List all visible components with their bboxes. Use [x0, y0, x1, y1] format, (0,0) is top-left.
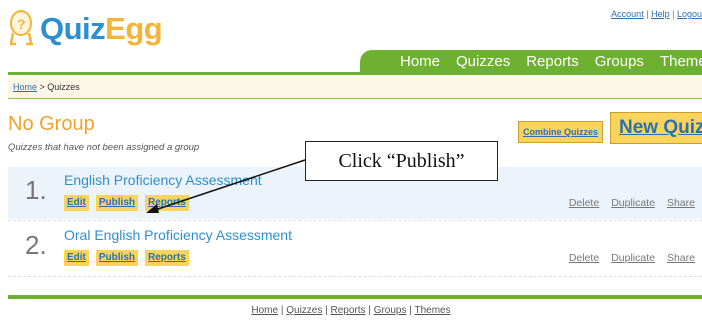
- footer-home[interactable]: Home: [251, 305, 278, 316]
- publish-button[interactable]: Publish: [95, 195, 139, 211]
- delete-link[interactable]: Delete: [569, 252, 599, 264]
- quiz-links: Delete Duplicate Share: [569, 197, 695, 209]
- duplicate-link[interactable]: Duplicate: [611, 252, 655, 264]
- quiz-number: 2.: [25, 230, 47, 260]
- group-description: Quizzes that have not been assigned a gr…: [8, 142, 200, 153]
- nav-quizzes[interactable]: Quizzes: [456, 52, 510, 72]
- breadcrumb-current: Quizzes: [47, 82, 80, 92]
- logo-egg-word: Egg: [105, 10, 163, 46]
- breadcrumb: Home > Quizzes: [8, 76, 702, 98]
- quiz-actions: Edit Publish Reports: [64, 250, 189, 266]
- group-title: No Group: [8, 113, 95, 135]
- help-link[interactable]: Help: [651, 9, 670, 19]
- breadcrumb-divider: [8, 98, 702, 99]
- svg-text:?: ?: [17, 16, 26, 32]
- account-links: Account | Help | Logou: [611, 9, 702, 19]
- footer-groups[interactable]: Groups: [374, 305, 407, 316]
- nav-home[interactable]: Home: [400, 52, 440, 72]
- account-link[interactable]: Account: [611, 9, 644, 19]
- quiz-actions: Edit Publish Reports: [64, 195, 189, 211]
- share-link[interactable]: Share: [667, 197, 695, 209]
- logo-quiz-word: Quiz: [40, 10, 106, 46]
- quiz-links: Delete Duplicate Share: [569, 252, 695, 264]
- new-quiz-button[interactable]: New Quiz: [610, 112, 702, 144]
- separator: |: [365, 305, 374, 316]
- footer-quizzes[interactable]: Quizzes: [286, 305, 322, 316]
- egg-character-icon: ?: [9, 10, 33, 46]
- edit-button[interactable]: Edit: [64, 195, 89, 211]
- quiz-number: 1.: [25, 175, 47, 205]
- logo-text: QuizEgg: [40, 10, 163, 46]
- logout-link[interactable]: Logou: [677, 9, 702, 19]
- nav-reports[interactable]: Reports: [526, 52, 579, 72]
- breadcrumb-home[interactable]: Home: [13, 82, 37, 92]
- combine-quizzes-button[interactable]: Combine Quizzes: [518, 121, 604, 143]
- footer-divider: [8, 295, 702, 299]
- footer-links: Home | Quizzes | Reports | Groups | Them…: [0, 305, 702, 316]
- footer-reports[interactable]: Reports: [331, 305, 366, 316]
- nav-items: Home Quizzes Reports Groups Themes: [400, 52, 702, 72]
- separator: |: [672, 9, 675, 19]
- reports-button[interactable]: Reports: [145, 195, 189, 211]
- edit-button[interactable]: Edit: [64, 250, 89, 266]
- row-divider: [8, 220, 702, 221]
- publish-button[interactable]: Publish: [95, 250, 139, 266]
- row-divider: [8, 276, 702, 277]
- separator: |: [322, 305, 331, 316]
- nav-themes[interactable]: Themes: [660, 52, 702, 72]
- delete-link[interactable]: Delete: [569, 197, 599, 209]
- main-nav: Home Quizzes Reports Groups Themes: [8, 50, 702, 75]
- separator: |: [646, 9, 649, 19]
- quizegg-logo[interactable]: ? QuizEgg: [8, 4, 163, 52]
- duplicate-link[interactable]: Duplicate: [611, 197, 655, 209]
- callout-box: Click “Publish”: [305, 141, 498, 181]
- separator: |: [278, 305, 287, 316]
- reports-button[interactable]: Reports: [145, 250, 189, 266]
- breadcrumb-separator: >: [37, 82, 48, 92]
- quiz-row: 2. Oral English Proficiency Assessment E…: [8, 222, 702, 274]
- nav-groups[interactable]: Groups: [595, 52, 644, 72]
- share-link[interactable]: Share: [667, 252, 695, 264]
- quiz-title-link[interactable]: Oral English Proficiency Assessment: [64, 227, 292, 243]
- quiz-title-link[interactable]: English Proficiency Assessment: [64, 172, 262, 188]
- footer-themes[interactable]: Themes: [414, 305, 450, 316]
